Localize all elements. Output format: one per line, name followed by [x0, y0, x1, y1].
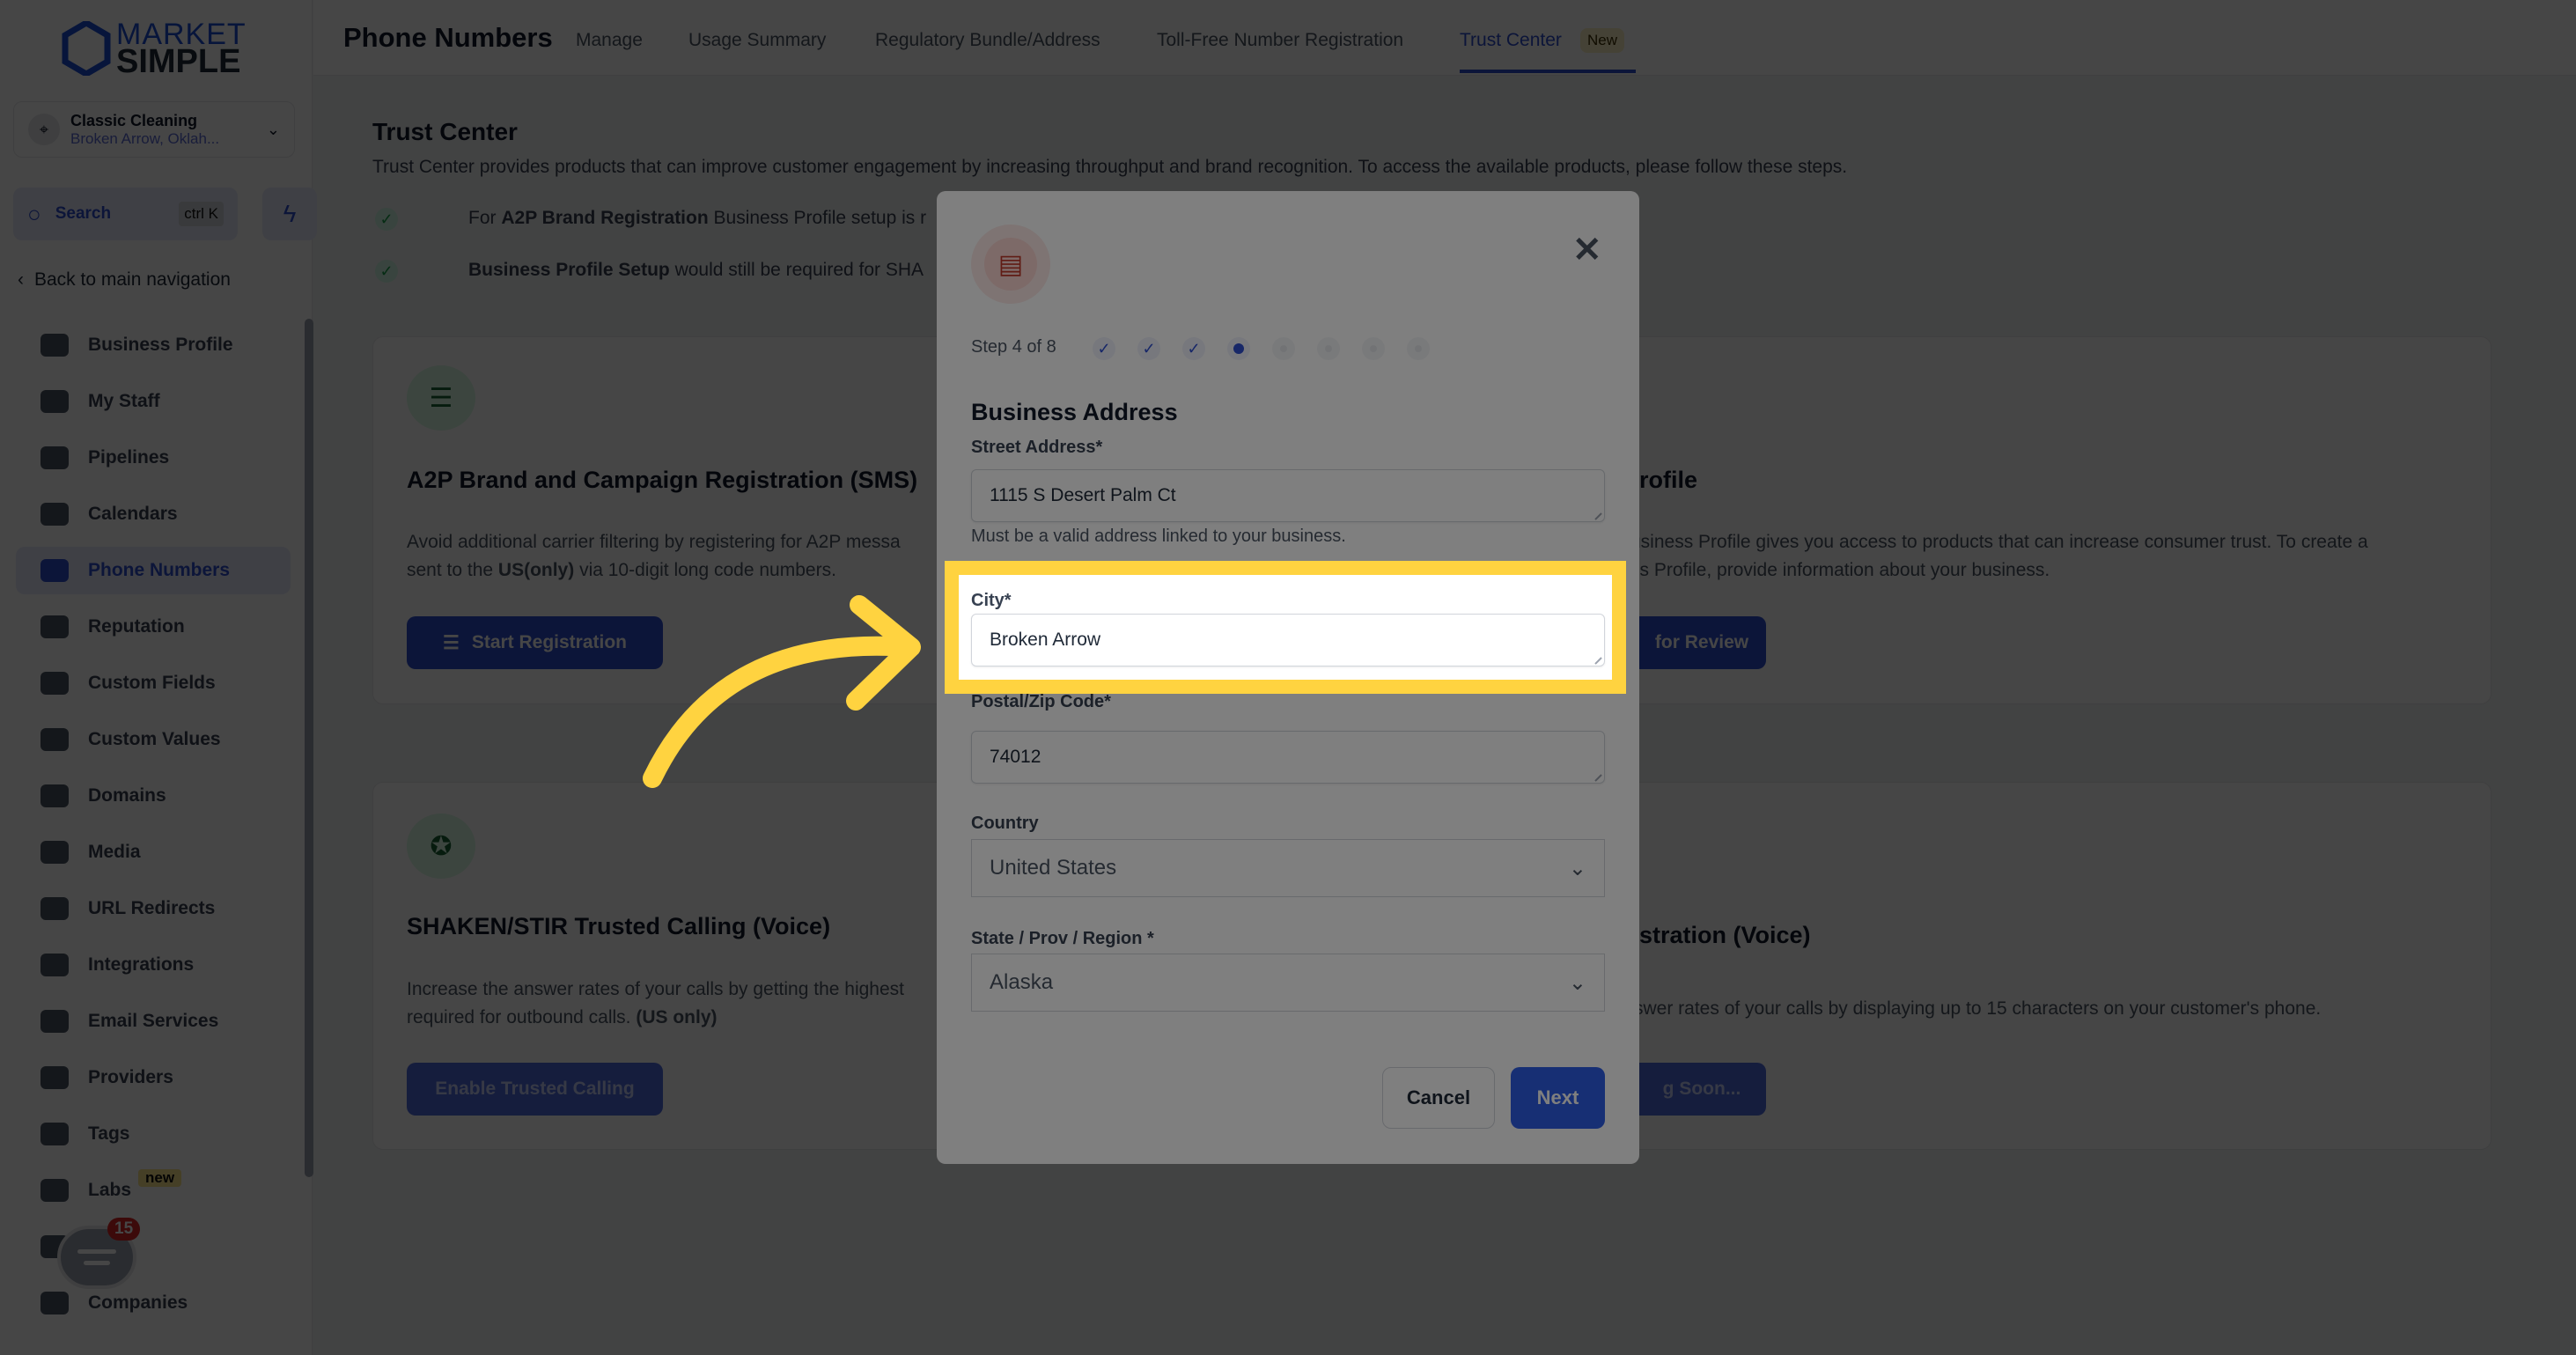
step-indicator-text: Step 4 of 8 [971, 337, 1056, 357]
chevron-down-icon: ⌄ [1568, 856, 1586, 880]
step-pending-icon [1362, 337, 1385, 360]
close-icon[interactable]: ✕ [1572, 230, 1602, 270]
postal-code-label: Postal/Zip Code* [971, 692, 1111, 711]
form-icon: ▤ [971, 225, 1050, 304]
step-complete-icon: ✓ [1093, 337, 1115, 360]
postal-code-input[interactable]: 74012 [971, 731, 1605, 784]
street-address-help: Must be a valid address linked to your b… [971, 527, 1346, 546]
country-select[interactable]: United States ⌄ [971, 839, 1605, 897]
step-pending-icon [1272, 337, 1295, 360]
step-complete-icon: ✓ [1137, 337, 1160, 360]
city-input[interactable]: Broken Arrow [971, 614, 1605, 666]
cancel-button[interactable]: Cancel [1382, 1067, 1495, 1129]
street-address-label: Street Address* [971, 438, 1103, 457]
state-label: State / Prov / Region * [971, 929, 1154, 948]
country-value: United States [990, 856, 1117, 880]
step-pending-icon [1407, 337, 1430, 360]
country-label: Country [971, 814, 1039, 833]
next-button[interactable]: Next [1511, 1067, 1605, 1129]
step-pending-icon [1317, 337, 1340, 360]
city-field-highlight: City* Broken Arrow [945, 561, 1626, 694]
city-label: City* [971, 591, 1012, 610]
state-value: Alaska [990, 970, 1054, 994]
step-current-icon [1227, 337, 1250, 360]
state-select[interactable]: Alaska ⌄ [971, 954, 1605, 1012]
document-icon: ▤ [984, 238, 1037, 291]
step-complete-icon: ✓ [1182, 337, 1205, 360]
chevron-down-icon: ⌄ [1568, 970, 1586, 995]
street-address-input[interactable]: 1115 S Desert Palm Ct [971, 469, 1605, 522]
modal-title: Business Address [971, 399, 1178, 425]
